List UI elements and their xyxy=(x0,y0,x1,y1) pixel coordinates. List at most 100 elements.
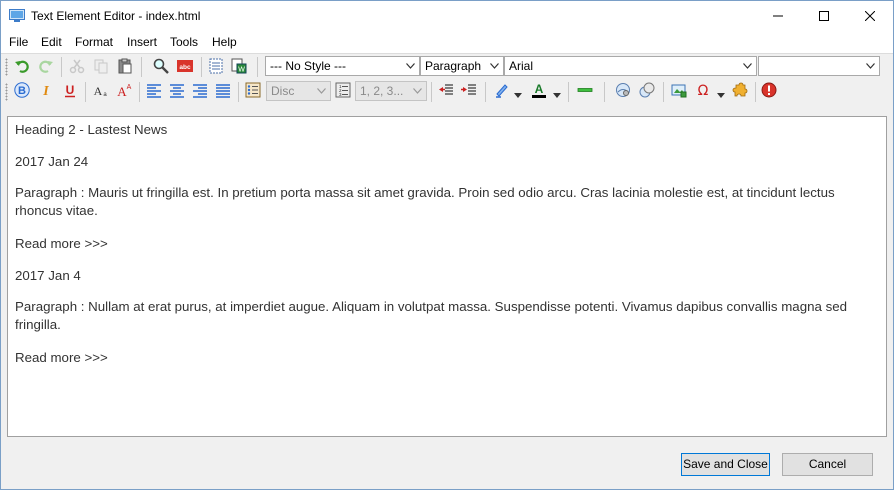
rich-text-editor[interactable]: Heading 2 - Lastest News 2017 Jan 24 Par… xyxy=(7,116,887,437)
menu-edit[interactable]: Edit xyxy=(41,35,62,49)
align-left-icon xyxy=(147,84,161,98)
paste-icon xyxy=(118,58,132,74)
toolbar-separator xyxy=(238,82,239,102)
puzzle-icon xyxy=(732,82,748,97)
content-heading: Heading 2 - Lastest News xyxy=(15,122,168,137)
cut-button[interactable] xyxy=(67,56,87,76)
minimize-button[interactable] xyxy=(755,1,801,31)
paste-button[interactable] xyxy=(115,56,135,76)
insert-anchor-button[interactable] xyxy=(637,80,657,100)
redo-button[interactable] xyxy=(36,56,56,76)
menu-format[interactable]: Format xyxy=(75,35,113,49)
insert-link-button[interactable] xyxy=(613,80,633,100)
insert-widget-button[interactable] xyxy=(730,80,750,100)
svg-text:B: B xyxy=(18,85,26,97)
outdent-button[interactable] xyxy=(436,80,456,100)
menu-help[interactable]: Help xyxy=(212,35,237,49)
undo-button[interactable] xyxy=(12,56,32,76)
list-style-select[interactable]: Disc xyxy=(266,81,331,101)
select-all-button[interactable] xyxy=(206,56,226,76)
cancel-button[interactable]: Cancel xyxy=(782,453,873,476)
chevron-down-icon xyxy=(314,82,328,100)
read-more-link[interactable]: Read more >>> xyxy=(15,235,875,253)
align-right-button[interactable] xyxy=(190,80,210,100)
italic-button[interactable]: I xyxy=(36,80,56,100)
copy-button[interactable] xyxy=(91,56,111,76)
style-select[interactable]: --- No Style --- xyxy=(265,56,420,76)
toolbar-separator xyxy=(755,82,756,102)
paste-special-button[interactable]: W xyxy=(229,56,249,76)
toolbar-grip[interactable] xyxy=(5,83,8,101)
font-larger-button[interactable]: AA xyxy=(114,80,134,100)
editor-window: Text Element Editor - index.html File Ed… xyxy=(0,0,894,490)
save-and-close-button[interactable]: Save and Close xyxy=(681,453,770,476)
toolbar-separator xyxy=(257,57,258,77)
bullet-list-button[interactable] xyxy=(243,80,263,100)
horizontal-rule-button[interactable] xyxy=(575,80,595,100)
find-button[interactable] xyxy=(151,56,171,76)
minimize-icon xyxy=(773,15,783,17)
font-color-icon: A xyxy=(532,82,546,98)
bookmark-link-icon xyxy=(639,82,655,98)
toolbar-separator xyxy=(663,82,664,102)
indent-button[interactable] xyxy=(459,80,479,100)
menu-bar: File Edit Format Insert Tools Help xyxy=(1,31,893,53)
chevron-down-icon xyxy=(863,57,877,75)
numbered-list-button[interactable]: 123 xyxy=(333,80,353,100)
insert-symbol-button[interactable]: Ω xyxy=(693,80,713,100)
chevron-down-icon[interactable] xyxy=(553,87,561,101)
content-paragraph: Paragraph : Nullam at erat purus, at imp… xyxy=(15,299,848,332)
spellcheck-button[interactable]: abc xyxy=(175,56,195,76)
menu-file[interactable]: File xyxy=(9,35,28,49)
block-format-value: Paragraph xyxy=(425,59,482,73)
spellcheck-icon: abc xyxy=(177,60,193,72)
chevron-down-icon xyxy=(403,57,417,75)
bold-button[interactable]: B xyxy=(12,80,32,100)
close-button[interactable] xyxy=(847,1,893,31)
svg-text:A: A xyxy=(127,84,132,91)
copy-icon xyxy=(94,59,108,74)
block-format-select[interactable]: Paragraph xyxy=(420,56,504,76)
menu-insert[interactable]: Insert xyxy=(127,35,157,49)
paste-special-icon: W xyxy=(231,58,247,74)
align-center-icon xyxy=(170,84,184,98)
undo-icon xyxy=(15,60,29,73)
menu-tools[interactable]: Tools xyxy=(170,35,198,49)
svg-text:A: A xyxy=(94,84,103,98)
chevron-down-icon xyxy=(740,57,754,75)
align-justify-button[interactable] xyxy=(213,80,233,100)
title-bar[interactable]: Text Element Editor - index.html xyxy=(1,1,893,31)
style-select-value: --- No Style --- xyxy=(270,59,346,73)
toolbar-separator xyxy=(604,82,605,102)
align-center-button[interactable] xyxy=(167,80,187,100)
window-title: Text Element Editor - index.html xyxy=(31,9,201,23)
svg-text:W: W xyxy=(238,67,245,74)
read-more-link[interactable]: Read more >>> xyxy=(15,349,875,367)
maximize-button[interactable] xyxy=(801,1,847,31)
italic-icon: I xyxy=(42,84,49,98)
help-about-button[interactable] xyxy=(759,80,779,100)
highlight-color-button[interactable] xyxy=(492,80,512,100)
align-right-icon xyxy=(193,84,207,98)
chevron-down-icon[interactable] xyxy=(514,87,522,101)
app-icon xyxy=(9,9,25,23)
font-family-select[interactable]: Arial xyxy=(504,56,757,76)
list-style-value: Disc xyxy=(271,84,295,98)
toolbar-separator xyxy=(201,57,202,77)
numbering-select[interactable]: 1, 2, 3... xyxy=(355,81,427,101)
underline-icon: U xyxy=(65,83,75,98)
toolbar-separator xyxy=(568,82,569,102)
underline-button[interactable]: U xyxy=(60,80,80,100)
toolbar-separator xyxy=(431,82,432,102)
font-smaller-button[interactable]: Aa xyxy=(90,80,110,100)
font-color-button[interactable]: A xyxy=(529,80,549,100)
toolbar-grip[interactable] xyxy=(5,58,8,76)
toolbar-separator xyxy=(61,57,62,77)
svg-text:Ω: Ω xyxy=(698,83,709,98)
alert-icon xyxy=(761,82,777,98)
insert-image-button[interactable] xyxy=(669,80,689,100)
chevron-down-icon[interactable] xyxy=(717,87,725,101)
align-left-button[interactable] xyxy=(144,80,164,100)
font-size-select[interactable] xyxy=(758,56,880,76)
indent-icon xyxy=(461,84,476,95)
